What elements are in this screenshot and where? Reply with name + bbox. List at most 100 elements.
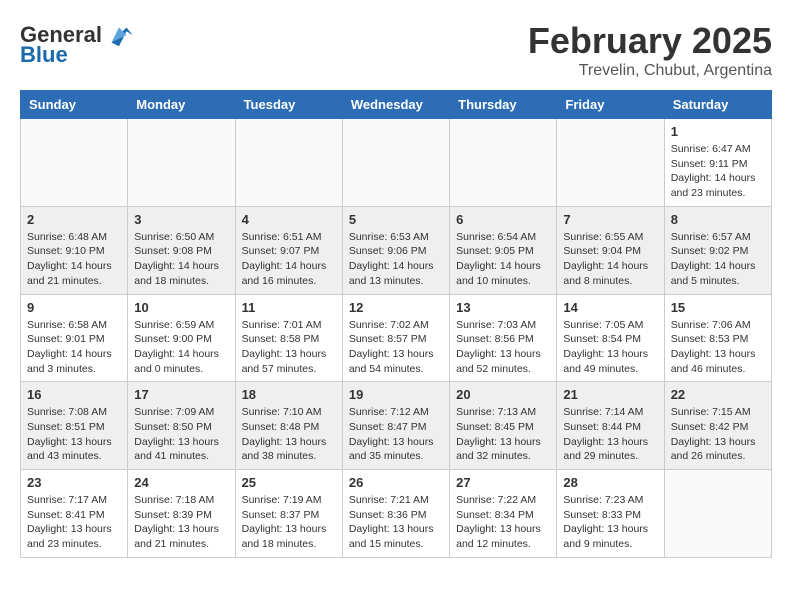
table-row: 25Sunrise: 7:19 AM Sunset: 8:37 PM Dayli… <box>235 470 342 558</box>
day-number: 23 <box>27 475 121 490</box>
table-row: 5 Sunrise: 6:53 AM Sunset: 9:06 PM Daylig… <box>342 206 449 294</box>
header-tuesday: Tuesday <box>235 91 342 119</box>
day-info: Sunrise: 6:54 AM Sunset: 9:05 PM Dayligh… <box>456 230 550 289</box>
day-number: 4 <box>242 212 336 227</box>
table-row: 1 Sunrise: 6:47 AM Sunset: 9:11 PM Daylig… <box>664 119 771 207</box>
header-thursday: Thursday <box>450 91 557 119</box>
location-title: Trevelin, Chubut, Argentina <box>528 62 772 80</box>
day-info: Sunrise: 7:12 AM Sunset: 8:47 PM Dayligh… <box>349 405 443 464</box>
day-info: Sunrise: 6:47 AM Sunset: 9:11 PM Dayligh… <box>671 142 765 201</box>
table-row: 10Sunrise: 6:59 AM Sunset: 9:00 PM Dayli… <box>128 294 235 382</box>
table-row: 24 Sunrise: 7:18 AM Sunset: 8:39 PM Dayli… <box>128 470 235 558</box>
day-number: 2 <box>27 212 121 227</box>
logo-blue: Blue <box>20 42 68 68</box>
table-row: 8 Sunrise: 6:57 AM Sunset: 9:02 PM Daylig… <box>664 206 771 294</box>
logo: General Blue <box>20 20 134 68</box>
day-info: Sunrise: 6:53 AM Sunset: 9:06 PM Dayligh… <box>349 230 443 289</box>
day-number: 17 <box>134 387 228 402</box>
day-info: Sunrise: 6:58 AM Sunset: 9:01 PM Dayligh… <box>27 318 121 377</box>
day-info: Sunrise: 7:02 AM Sunset: 8:57 PM Dayligh… <box>349 318 443 377</box>
day-info: Sunrise: 7:10 AM Sunset: 8:48 PM Dayligh… <box>242 405 336 464</box>
table-row: 6 Sunrise: 6:54 AM Sunset: 9:05 PM Daylig… <box>450 206 557 294</box>
table-row: 21Sunrise: 7:14 AM Sunset: 8:44 PM Dayli… <box>557 382 664 470</box>
day-info: Sunrise: 7:09 AM Sunset: 8:50 PM Dayligh… <box>134 405 228 464</box>
day-number: 13 <box>456 300 550 315</box>
table-row <box>557 119 664 207</box>
day-number: 28 <box>563 475 657 490</box>
day-info: Sunrise: 7:13 AM Sunset: 8:45 PM Dayligh… <box>456 405 550 464</box>
day-info: Sunrise: 6:55 AM Sunset: 9:04 PM Dayligh… <box>563 230 657 289</box>
table-row <box>664 470 771 558</box>
day-info: Sunrise: 7:22 AM Sunset: 8:34 PM Dayligh… <box>456 493 550 552</box>
table-row: 19 Sunrise: 7:12 AM Sunset: 8:47 PM Dayli… <box>342 382 449 470</box>
day-info: Sunrise: 7:14 AM Sunset: 8:44 PM Dayligh… <box>563 405 657 464</box>
day-number: 24 <box>134 475 228 490</box>
day-number: 16 <box>27 387 121 402</box>
table-row: 11 Sunrise: 7:01 AM Sunset: 8:58 PM Dayli… <box>235 294 342 382</box>
header-wednesday: Wednesday <box>342 91 449 119</box>
calendar-week-row: 9 Sunrise: 6:58 AM Sunset: 9:01 PM Daylig… <box>21 294 772 382</box>
calendar-week-row: 23 Sunrise: 7:17 AM Sunset: 8:41 PM Dayli… <box>21 470 772 558</box>
day-number: 27 <box>456 475 550 490</box>
day-info: Sunrise: 6:51 AM Sunset: 9:07 PM Dayligh… <box>242 230 336 289</box>
table-row: 28 Sunrise: 7:23 AM Sunset: 8:33 PM Dayli… <box>557 470 664 558</box>
day-info: Sunrise: 7:23 AM Sunset: 8:33 PM Dayligh… <box>563 493 657 552</box>
day-info: Sunrise: 7:03 AM Sunset: 8:56 PM Dayligh… <box>456 318 550 377</box>
day-number: 25 <box>242 475 336 490</box>
header-sunday: Sunday <box>21 91 128 119</box>
calendar-week-row: 1 Sunrise: 6:47 AM Sunset: 9:11 PM Daylig… <box>21 119 772 207</box>
day-info: Sunrise: 7:17 AM Sunset: 8:41 PM Dayligh… <box>27 493 121 552</box>
day-info: Sunrise: 6:59 AM Sunset: 9:00 PM Dayligh… <box>134 318 228 377</box>
table-row: 23 Sunrise: 7:17 AM Sunset: 8:41 PM Dayli… <box>21 470 128 558</box>
day-number: 1 <box>671 124 765 139</box>
header-saturday: Saturday <box>664 91 771 119</box>
logo-icon <box>104 20 134 50</box>
day-number: 7 <box>563 212 657 227</box>
table-row: 16 Sunrise: 7:08 AM Sunset: 8:51 PM Dayli… <box>21 382 128 470</box>
day-number: 11 <box>242 300 336 315</box>
day-number: 22 <box>671 387 765 402</box>
day-number: 19 <box>349 387 443 402</box>
table-row: 13 Sunrise: 7:03 AM Sunset: 8:56 PM Dayli… <box>450 294 557 382</box>
header-monday: Monday <box>128 91 235 119</box>
table-row <box>21 119 128 207</box>
table-row: 27 Sunrise: 7:22 AM Sunset: 8:34 PM Dayli… <box>450 470 557 558</box>
title-area: February 2025 Trevelin, Chubut, Argentin… <box>528 20 772 80</box>
day-info: Sunrise: 7:01 AM Sunset: 8:58 PM Dayligh… <box>242 318 336 377</box>
calendar-table: Sunday Monday Tuesday Wednesday Thursday… <box>20 90 772 558</box>
weekday-header-row: Sunday Monday Tuesday Wednesday Thursday… <box>21 91 772 119</box>
day-number: 20 <box>456 387 550 402</box>
day-info: Sunrise: 6:57 AM Sunset: 9:02 PM Dayligh… <box>671 230 765 289</box>
day-info: Sunrise: 7:08 AM Sunset: 8:51 PM Dayligh… <box>27 405 121 464</box>
day-info: Sunrise: 7:06 AM Sunset: 8:53 PM Dayligh… <box>671 318 765 377</box>
table-row: 22 Sunrise: 7:15 AM Sunset: 8:42 PM Dayli… <box>664 382 771 470</box>
table-row: 9 Sunrise: 6:58 AM Sunset: 9:01 PM Daylig… <box>21 294 128 382</box>
day-number: 3 <box>134 212 228 227</box>
table-row: 2 Sunrise: 6:48 AM Sunset: 9:10 PM Daylig… <box>21 206 128 294</box>
page-header: General Blue February 2025 Trevelin, Chu… <box>20 20 772 80</box>
day-number: 5 <box>349 212 443 227</box>
table-row: 7 Sunrise: 6:55 AM Sunset: 9:04 PM Daylig… <box>557 206 664 294</box>
header-friday: Friday <box>557 91 664 119</box>
day-number: 15 <box>671 300 765 315</box>
table-row: 17 Sunrise: 7:09 AM Sunset: 8:50 PM Dayli… <box>128 382 235 470</box>
table-row <box>450 119 557 207</box>
table-row: 14Sunrise: 7:05 AM Sunset: 8:54 PM Dayli… <box>557 294 664 382</box>
day-number: 12 <box>349 300 443 315</box>
day-info: Sunrise: 7:21 AM Sunset: 8:36 PM Dayligh… <box>349 493 443 552</box>
day-info: Sunrise: 7:18 AM Sunset: 8:39 PM Dayligh… <box>134 493 228 552</box>
table-row: 12 Sunrise: 7:02 AM Sunset: 8:57 PM Dayli… <box>342 294 449 382</box>
table-row: 20 Sunrise: 7:13 AM Sunset: 8:45 PM Dayli… <box>450 382 557 470</box>
day-number: 26 <box>349 475 443 490</box>
table-row: 3 Sunrise: 6:50 AM Sunset: 9:08 PM Daylig… <box>128 206 235 294</box>
day-info: Sunrise: 6:48 AM Sunset: 9:10 PM Dayligh… <box>27 230 121 289</box>
day-info: Sunrise: 7:05 AM Sunset: 8:54 PM Dayligh… <box>563 318 657 377</box>
table-row: 15 Sunrise: 7:06 AM Sunset: 8:53 PM Dayli… <box>664 294 771 382</box>
table-row <box>342 119 449 207</box>
day-number: 9 <box>27 300 121 315</box>
day-number: 8 <box>671 212 765 227</box>
day-info: Sunrise: 6:50 AM Sunset: 9:08 PM Dayligh… <box>134 230 228 289</box>
table-row: 18Sunrise: 7:10 AM Sunset: 8:48 PM Dayli… <box>235 382 342 470</box>
day-info: Sunrise: 7:15 AM Sunset: 8:42 PM Dayligh… <box>671 405 765 464</box>
day-number: 6 <box>456 212 550 227</box>
